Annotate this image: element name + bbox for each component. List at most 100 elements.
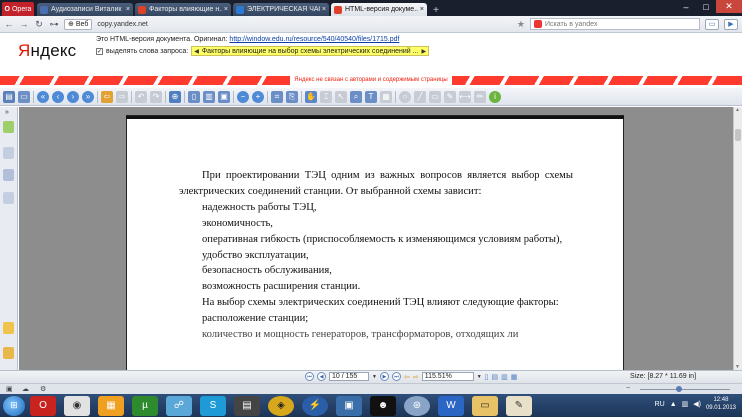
key-icon[interactable]: ⊶ bbox=[49, 19, 59, 30]
word-taskbar-icon[interactable]: W bbox=[438, 395, 464, 416]
facing-pages-icon[interactable]: ▥ bbox=[203, 90, 215, 103]
crop-icon[interactable]: ⌗ bbox=[271, 90, 283, 103]
scroll-thumb[interactable] bbox=[735, 129, 741, 141]
layers-panel-icon[interactable] bbox=[3, 192, 14, 204]
tab-electrical[interactable]: ЭЛЕКТРИЧЕСКАЯ ЧАС... × bbox=[233, 3, 329, 16]
forward-icon[interactable]: → bbox=[19, 19, 29, 29]
search-input[interactable]: Искать в yandex bbox=[530, 18, 700, 30]
fit-page-icon[interactable]: ▣ bbox=[218, 90, 230, 103]
pen-tool-icon[interactable]: ✎ bbox=[444, 90, 456, 103]
close-window-button[interactable]: ✕ bbox=[716, 0, 742, 13]
zoom-dropdown-icon[interactable]: ▼ bbox=[477, 374, 482, 380]
tab-close-icon[interactable]: × bbox=[224, 6, 228, 13]
rect-tool-icon[interactable]: ▭ bbox=[429, 90, 441, 103]
next-arrow-icon[interactable]: ▶ bbox=[421, 48, 426, 55]
expand-panel-icon[interactable]: » bbox=[5, 109, 9, 116]
tab-close-icon[interactable]: × bbox=[126, 6, 130, 13]
last-page-button[interactable]: ⏭ bbox=[391, 372, 401, 381]
opera-menu-button[interactable]: O Opera bbox=[2, 2, 34, 16]
prev-arrow-icon[interactable]: ◀ bbox=[194, 48, 199, 55]
first-page-icon[interactable]: « bbox=[37, 90, 49, 103]
highlight-query-box[interactable]: ◀ Факторы влияющие на выбор схемы электр… bbox=[191, 46, 430, 56]
maximize-button[interactable]: □ bbox=[696, 0, 716, 13]
zoom-in-icon[interactable]: + bbox=[252, 90, 264, 103]
image-icon[interactable]: ▦ bbox=[380, 90, 392, 103]
pencil-tool-icon[interactable]: ✏ bbox=[474, 90, 486, 103]
scroll-up-icon[interactable]: ▲ bbox=[735, 107, 740, 113]
media-taskbar-icon[interactable]: ⚡ bbox=[302, 395, 328, 416]
bookmark-star-icon[interactable]: ★ bbox=[517, 19, 525, 30]
minimize-button[interactable]: – bbox=[676, 0, 696, 13]
last-page-icon[interactable]: » bbox=[82, 90, 94, 103]
first-page-button[interactable]: ⏮ bbox=[305, 372, 314, 381]
network-icon[interactable]: ▥ bbox=[682, 400, 689, 408]
prev-page-icon[interactable]: ‹ bbox=[52, 90, 64, 103]
yandex-logo[interactable]: Яндекс bbox=[18, 41, 76, 61]
zoom-slider-minus-icon[interactable]: − bbox=[626, 385, 630, 392]
sidebar-toggle-button[interactable]: ▶ bbox=[724, 18, 738, 30]
pages-panel-icon[interactable] bbox=[3, 147, 14, 159]
clock[interactable]: 12:48 09.01.2013 bbox=[706, 396, 736, 412]
back-icon[interactable]: ← bbox=[4, 19, 14, 29]
document-viewport[interactable]: При проектировании ТЭЦ одним из важных в… bbox=[19, 107, 733, 370]
annotations-panel-icon[interactable] bbox=[3, 169, 14, 181]
reload-icon[interactable]: ↻ bbox=[34, 19, 44, 30]
tab-factors[interactable]: Факторы влияющие н... × bbox=[135, 3, 231, 16]
language-indicator[interactable]: RU bbox=[655, 401, 665, 408]
page-dropdown-icon[interactable]: ▼ bbox=[372, 374, 377, 380]
skype-taskbar-icon[interactable]: S bbox=[200, 395, 226, 416]
save-icon[interactable]: ▤ bbox=[3, 90, 15, 103]
text-box-icon[interactable]: T bbox=[365, 90, 377, 103]
tab-audio[interactable]: Аудиозаписи Виталик ... × bbox=[37, 3, 133, 16]
highlight-checkbox[interactable]: ✓ bbox=[96, 47, 103, 55]
utorrent-taskbar-icon[interactable]: µ bbox=[132, 395, 158, 416]
calendar-taskbar-icon[interactable]: ▤ bbox=[234, 395, 260, 416]
print-icon[interactable]: ▭ bbox=[18, 90, 30, 103]
next-page-button[interactable]: ▶ bbox=[379, 372, 389, 381]
signature-panel-icon[interactable] bbox=[3, 347, 14, 359]
find-icon[interactable]: ⌕ bbox=[350, 90, 362, 103]
history-back-icon[interactable]: ⇦ bbox=[404, 373, 410, 381]
vertical-scrollbar[interactable]: ▲ ▼ bbox=[733, 107, 742, 370]
snapshot-icon[interactable]: ⎘ bbox=[286, 90, 298, 103]
pdf-viewer-taskbar-icon[interactable]: ✎ bbox=[506, 395, 532, 416]
web-badge[interactable]: ⊕ Веб bbox=[64, 18, 93, 30]
panel-icon[interactable]: ▣ bbox=[6, 385, 13, 393]
undo-icon[interactable]: ↶ bbox=[135, 90, 147, 103]
network-taskbar-icon[interactable]: ☍ bbox=[166, 395, 192, 416]
start-button[interactable]: ⊞ bbox=[3, 395, 25, 416]
forward-view-icon[interactable]: ⇨ bbox=[116, 90, 128, 103]
tab-html-version[interactable]: HTML-версия докуме... × bbox=[331, 3, 427, 16]
attachments-panel-icon[interactable] bbox=[3, 322, 14, 334]
zoom-slider[interactable] bbox=[640, 386, 730, 392]
select-text-icon[interactable]: ⌶ bbox=[320, 90, 332, 103]
cover-view-icon[interactable]: ▦ bbox=[511, 373, 518, 381]
winrar-taskbar-icon[interactable]: ▦ bbox=[98, 395, 124, 416]
page-menu-button[interactable]: ▭ bbox=[705, 18, 719, 30]
bookmarks-panel-icon[interactable] bbox=[3, 121, 14, 133]
cloud-icon[interactable]: ☁ bbox=[22, 385, 29, 393]
app-taskbar-icon[interactable]: ⊛ bbox=[404, 395, 430, 416]
explorer-taskbar-icon[interactable]: ▣ bbox=[336, 395, 362, 416]
prev-page-button[interactable]: ◀ bbox=[317, 372, 326, 381]
circle-tool-icon[interactable]: ○ bbox=[399, 90, 411, 103]
game-taskbar-icon[interactable]: ◈ bbox=[268, 395, 294, 416]
page-number-field[interactable]: 10 / 155 bbox=[329, 372, 369, 381]
zoom-icon[interactable]: ⊕ bbox=[169, 90, 181, 103]
chrome-taskbar-icon[interactable]: ◉ bbox=[64, 395, 90, 416]
next-page-icon[interactable]: › bbox=[67, 90, 79, 103]
original-link[interactable]: http://window.edu.ru/resource/540/40540/… bbox=[229, 36, 399, 43]
zoom-slider-knob[interactable] bbox=[676, 386, 682, 392]
single-view-icon[interactable]: ▯ bbox=[485, 373, 489, 381]
opera-taskbar-icon[interactable]: O bbox=[30, 395, 56, 416]
arrow-tool-icon[interactable]: ⟷ bbox=[459, 90, 471, 103]
hand-tool-icon[interactable]: ✋ bbox=[305, 90, 317, 103]
line-tool-icon[interactable]: ╱ bbox=[414, 90, 426, 103]
single-page-icon[interactable]: ▯ bbox=[188, 90, 200, 103]
volume-icon[interactable]: ◀) bbox=[693, 400, 701, 408]
info-icon[interactable]: i bbox=[489, 90, 501, 103]
facing-view-icon[interactable]: ▥ bbox=[501, 373, 508, 381]
tray-up-icon[interactable]: ▲ bbox=[670, 401, 677, 408]
steam-taskbar-icon[interactable]: ☻ bbox=[370, 395, 396, 416]
folder-taskbar-icon[interactable]: ▭ bbox=[472, 395, 498, 416]
